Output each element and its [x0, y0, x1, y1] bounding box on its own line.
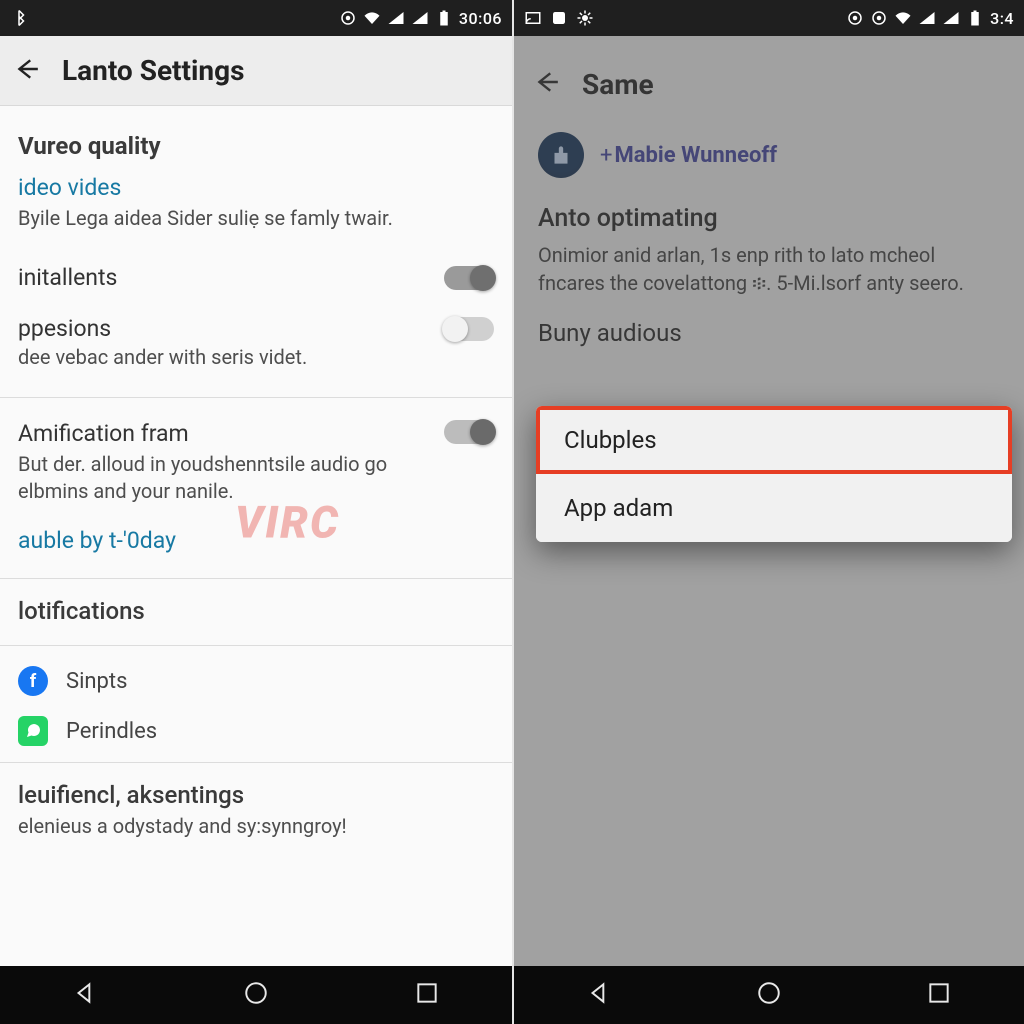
- signal-icon-2: [942, 9, 960, 27]
- nav-bar: [0, 966, 512, 1024]
- setting-ppesions[interactable]: ppesions: [0, 303, 512, 344]
- popup-option-app-adam[interactable]: App adam: [536, 474, 1012, 542]
- wifi-icon: [894, 9, 912, 27]
- facebook-icon: f: [18, 666, 48, 696]
- status-clock: 30:06: [459, 9, 502, 28]
- bluetooth-icon: [10, 9, 28, 27]
- wifi-icon: [363, 9, 381, 27]
- amification-subtitle: But der. alloud in youdshenntsile audio …: [18, 447, 444, 505]
- battery-icon: [966, 9, 984, 27]
- setting-label: initallents: [18, 264, 117, 291]
- target-icon-2: [870, 9, 888, 27]
- ppesions-subtitle: dee vebac ander with seris videt.: [0, 344, 512, 391]
- video-vides-subtitle: Byile Lega aidea Sider suliẹ se famly tw…: [0, 205, 512, 252]
- notif-label: Sinpts: [66, 669, 127, 694]
- divider: [0, 762, 512, 763]
- phone-left: 30:06 Lanto Settings Vureo quality ideo …: [0, 0, 512, 1024]
- status-clock: 3:4: [990, 9, 1014, 28]
- popup-menu: Clubples App adam: [536, 406, 1012, 542]
- status-bar: 30:06: [0, 0, 512, 36]
- signal-icon: [918, 9, 936, 27]
- setting-label: ppesions: [18, 315, 111, 342]
- toggle-amification[interactable]: [444, 420, 494, 444]
- divider: [0, 397, 512, 398]
- app-icon: [550, 9, 568, 27]
- nav-recent-icon[interactable]: [414, 980, 440, 1010]
- notif-sinpts[interactable]: f Sinpts: [0, 656, 512, 706]
- divider: [0, 578, 512, 579]
- gear-icon: [576, 9, 594, 27]
- signal-icon-2: [411, 9, 429, 27]
- target-icon: [339, 9, 357, 27]
- nav-bar: [514, 966, 1024, 1024]
- nav-home-icon[interactable]: [243, 980, 269, 1010]
- status-bar: 3:4: [514, 0, 1024, 36]
- battery-icon: [435, 9, 453, 27]
- section-aksettings: leuifiencl, aksentings: [0, 773, 512, 813]
- cast-icon: [524, 9, 542, 27]
- link-today[interactable]: auble by t-'0day: [0, 517, 512, 572]
- setting-initallents[interactable]: initallents: [0, 252, 512, 303]
- divider: [0, 645, 512, 646]
- back-icon[interactable]: [14, 56, 40, 86]
- notif-label: Perindles: [66, 719, 157, 744]
- signal-icon: [387, 9, 405, 27]
- aksettings-subtitle: elenieus a odystady and sy:synngroy!: [0, 813, 512, 846]
- popup-option-clubples[interactable]: Clubples: [536, 406, 1012, 474]
- setting-label: Amification fram: [18, 420, 444, 447]
- link-video-vides[interactable]: ideo vides: [0, 174, 512, 205]
- nav-recent-icon[interactable]: [926, 980, 952, 1010]
- settings-content: Vureo quality ideo vides Byile Lega aide…: [0, 106, 512, 966]
- nav-back-icon[interactable]: [586, 980, 612, 1010]
- toggle-ppesions[interactable]: [444, 317, 494, 341]
- section-video-quality: Vureo quality: [0, 124, 512, 174]
- target-icon: [846, 9, 864, 27]
- section-notifications: lotifications: [0, 589, 512, 639]
- whatsapp-icon: [18, 716, 48, 746]
- setting-amification[interactable]: Amification fram But der. alloud in youd…: [0, 408, 512, 517]
- phone-right: 3:4 Same +Mabie Wunneoff Anto optimating…: [512, 0, 1024, 1024]
- nav-back-icon[interactable]: [72, 980, 98, 1010]
- nav-home-icon[interactable]: [756, 980, 782, 1010]
- notif-perindles[interactable]: Perindles: [0, 706, 512, 756]
- page-title: Lanto Settings: [62, 54, 245, 87]
- app-bar: Lanto Settings: [0, 36, 512, 106]
- toggle-initallents[interactable]: [444, 266, 494, 290]
